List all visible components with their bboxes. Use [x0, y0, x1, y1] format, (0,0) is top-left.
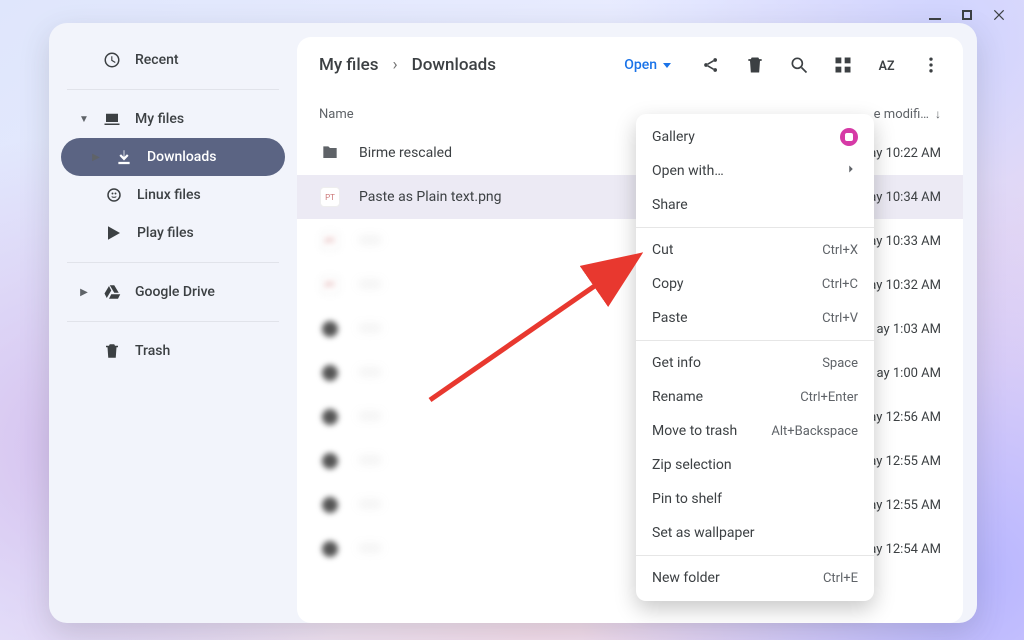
context-menu-label: Share: [652, 197, 858, 213]
context-menu-label: Open with…: [652, 163, 844, 179]
file-icon: [319, 538, 341, 560]
search-icon[interactable]: [789, 55, 809, 75]
delete-icon[interactable]: [745, 55, 765, 75]
context-menu-label: Paste: [652, 310, 822, 326]
chevron-right-icon: [844, 162, 858, 180]
context-menu-label: Get info: [652, 355, 822, 371]
chevron-down-icon: ▼: [79, 114, 89, 125]
context-menu-accel: Ctrl+X: [822, 243, 858, 258]
sidebar-item-myfiles[interactable]: ▼ My files: [61, 100, 285, 138]
sidebar-item-label: Linux files: [137, 187, 201, 203]
context-menu-label: New folder: [652, 570, 823, 586]
context-menu-item[interactable]: New folderCtrl+E: [636, 561, 874, 595]
minimize-button[interactable]: [928, 8, 942, 22]
play-icon: [105, 224, 123, 242]
sort-icon[interactable]: AZ: [877, 55, 897, 75]
context-menu-item[interactable]: Set as wallpaper: [636, 516, 874, 550]
image-thumb-icon: PT: [319, 230, 341, 252]
sidebar-item-label: Play files: [137, 225, 194, 241]
sidebar-item-label: Google Drive: [135, 284, 215, 300]
window-controls: [928, 8, 1006, 22]
sidebar-item-label: Recent: [135, 52, 179, 68]
context-menu-label: Copy: [652, 276, 822, 292]
context-menu-label: Cut: [652, 242, 822, 258]
sidebar-item-recent[interactable]: Recent: [61, 41, 285, 79]
chevron-right-icon: ▶: [91, 152, 101, 163]
sidebar-item-play[interactable]: Play files: [61, 214, 285, 252]
context-menu-item[interactable]: Move to trashAlt+Backspace: [636, 414, 874, 448]
toolbar: My files › Downloads Open AZ: [297, 37, 963, 97]
context-menu-label: Set as wallpaper: [652, 525, 858, 541]
context-menu-accel: Ctrl+Enter: [800, 390, 858, 405]
download-icon: [115, 148, 133, 166]
file-icon: [319, 450, 341, 472]
sort-desc-icon: ↓: [935, 107, 941, 121]
context-menu-item[interactable]: Zip selection: [636, 448, 874, 482]
breadcrumb-current: Downloads: [412, 55, 496, 75]
context-menu-item[interactable]: Open with…: [636, 154, 874, 188]
view-grid-icon[interactable]: [833, 55, 853, 75]
open-button[interactable]: Open: [616, 51, 679, 79]
svg-text:AZ: AZ: [879, 59, 895, 74]
sidebar: Recent ▼ My files ▶ Downloads Linux file…: [49, 23, 297, 623]
sidebar-item-gdrive[interactable]: ▶ Google Drive: [61, 273, 285, 311]
breadcrumb: My files › Downloads: [319, 55, 496, 75]
context-menu-label: Pin to shelf: [652, 491, 858, 507]
toolbar-icons: AZ: [701, 55, 941, 75]
chevron-right-icon: ▶: [79, 287, 89, 298]
trash-icon: [103, 342, 121, 360]
context-menu-item[interactable]: Get infoSpace: [636, 346, 874, 380]
context-menu-label: Move to trash: [652, 423, 771, 439]
context-menu-accel: Ctrl+V: [822, 311, 858, 326]
share-icon[interactable]: [701, 55, 721, 75]
context-menu-accel: Ctrl+C: [822, 277, 858, 292]
clock-icon: [103, 51, 121, 69]
context-menu-item[interactable]: PasteCtrl+V: [636, 301, 874, 335]
context-menu-label: Rename: [652, 389, 800, 405]
sidebar-item-label: Trash: [135, 343, 170, 359]
context-menu: GalleryOpen with…ShareCutCtrl+XCopyCtrl+…: [636, 114, 874, 601]
image-thumb-icon: PT: [319, 274, 341, 296]
file-icon: [319, 362, 341, 384]
sidebar-item-downloads[interactable]: ▶ Downloads: [61, 138, 285, 176]
context-menu-item[interactable]: CutCtrl+X: [636, 233, 874, 267]
close-button[interactable]: [992, 8, 1006, 22]
gallery-badge-icon: [840, 128, 858, 146]
context-menu-accel: Alt+Backspace: [771, 424, 858, 439]
chevron-right-icon: ›: [393, 55, 398, 75]
context-menu-item[interactable]: CopyCtrl+C: [636, 267, 874, 301]
drive-icon: [103, 283, 121, 301]
context-menu-accel: Space: [822, 356, 858, 371]
sidebar-item-label: My files: [135, 111, 184, 127]
maximize-button[interactable]: [960, 8, 974, 22]
open-button-label: Open: [624, 57, 657, 73]
context-menu-label: Gallery: [652, 129, 840, 145]
context-menu-item[interactable]: Pin to shelf: [636, 482, 874, 516]
file-icon: [319, 318, 341, 340]
folder-icon: [319, 142, 341, 164]
context-menu-item[interactable]: Gallery: [636, 120, 874, 154]
breadcrumb-root[interactable]: My files: [319, 55, 379, 75]
file-icon: [319, 406, 341, 428]
file-icon: [319, 494, 341, 516]
context-menu-label: Zip selection: [652, 457, 858, 473]
more-icon[interactable]: [921, 55, 941, 75]
sidebar-item-label: Downloads: [147, 149, 216, 165]
context-menu-item[interactable]: RenameCtrl+Enter: [636, 380, 874, 414]
sidebar-item-trash[interactable]: Trash: [61, 332, 285, 370]
laptop-icon: [103, 110, 121, 128]
context-menu-accel: Ctrl+E: [823, 571, 858, 586]
caret-down-icon: [663, 63, 671, 68]
image-thumb-icon: PT: [319, 186, 341, 208]
linux-icon: [105, 186, 123, 204]
context-menu-item[interactable]: Share: [636, 188, 874, 222]
sidebar-item-linux[interactable]: Linux files: [61, 176, 285, 214]
